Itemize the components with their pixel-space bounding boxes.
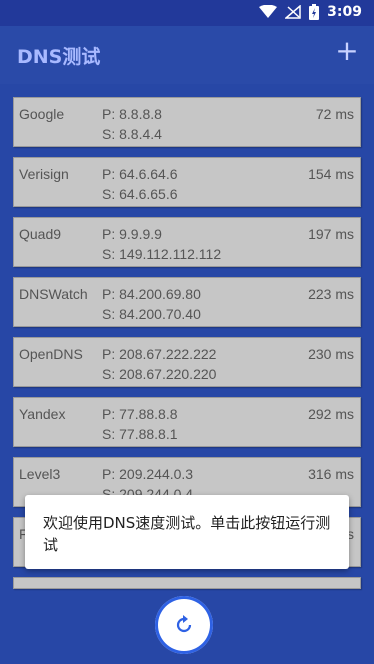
dns-row-dnswatch[interactable]: DNSWatch P: 84.200.69.80 S: 84.200.70.40… [13,277,361,327]
primary-address: P: 77.88.8.8 [102,406,178,422]
secondary-address: S: 149.112.112.112 [102,246,222,262]
run-test-button[interactable] [155,596,213,654]
dns-row-cutoff [13,577,361,589]
server-name: Yandex [19,406,66,422]
primary-address: P: 8.8.8.8 [102,106,162,122]
server-name: Google [19,106,65,122]
latency: 230 ms [308,346,354,362]
status-bar: 3:09 [0,0,374,26]
dns-row-google[interactable]: Google P: 8.8.8.8 S: 8.8.4.4 72 ms [13,97,361,147]
latency: 154 ms [308,166,354,182]
server-name: Quad9 [19,226,62,242]
primary-address: P: 64.6.64.6 [102,166,178,182]
status-icons: 3:09 [259,4,362,20]
secondary-address: S: 77.88.8.1 [102,426,178,442]
toast-message: 欢迎使用DNS速度测试。单击此按钮运行测试 [43,514,331,554]
add-button[interactable]: + [334,37,360,65]
latency: 223 ms [308,286,354,302]
app-bar: DNS测试 + [0,26,374,84]
dns-row-yandex[interactable]: Yandex P: 77.88.8.8 S: 77.88.8.1 292 ms [13,397,361,447]
primary-address: P: 209.244.0.3 [102,466,194,482]
latency: 197 ms [308,226,354,242]
server-name: OpenDNS [19,346,83,362]
secondary-address: S: 208.67.220.220 [102,366,217,382]
wifi-icon [259,5,278,18]
dns-row-opendns[interactable]: OpenDNS P: 208.67.222.222 S: 208.67.220.… [13,337,361,387]
clock: 3:09 [327,4,362,20]
dns-row-verisign[interactable]: Verisign P: 64.6.64.6 S: 64.6.65.6 154 m… [13,157,361,207]
server-name: Verisign [19,166,69,182]
page-title: DNS测试 [17,46,101,68]
server-name: Level3 [19,466,61,482]
battery-charging-icon [309,4,320,20]
no-signal-icon [285,5,301,19]
primary-address: P: 84.200.69.80 [102,286,201,302]
secondary-address: S: 64.6.65.6 [102,186,178,202]
latency: 72 ms [315,106,354,122]
latency: 292 ms [308,406,354,422]
secondary-address: S: 84.200.70.40 [102,306,201,322]
refresh-icon [176,615,192,633]
welcome-toast: 欢迎使用DNS速度测试。单击此按钮运行测试 [25,495,349,569]
add-icon: + [335,34,359,67]
primary-address: P: 9.9.9.9 [102,226,162,242]
secondary-address: S: 8.8.4.4 [102,126,162,142]
dns-row-quad9[interactable]: Quad9 P: 9.9.9.9 S: 149.112.112.112 197 … [13,217,361,267]
latency: 316 ms [308,466,354,482]
primary-address: P: 208.67.222.222 [102,346,217,362]
server-name: DNSWatch [19,286,88,302]
